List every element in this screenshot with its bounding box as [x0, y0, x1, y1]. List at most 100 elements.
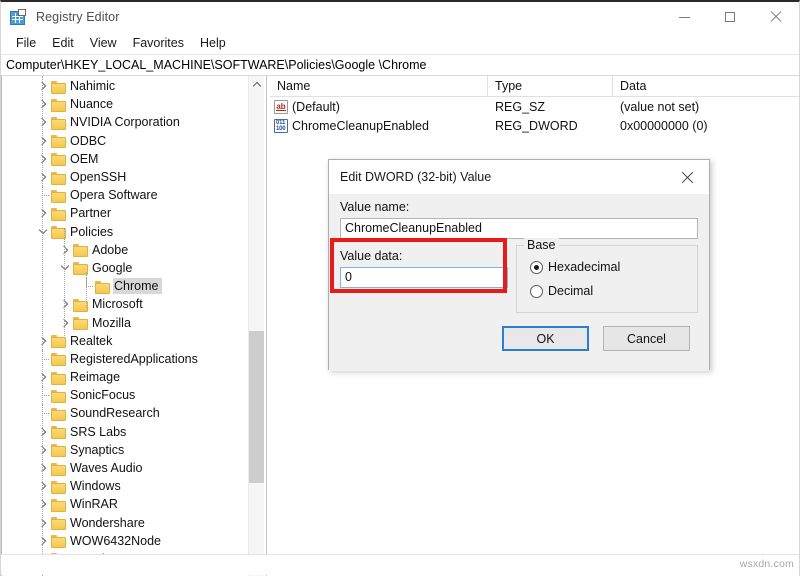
tree-item-google[interactable]: Google: [1, 259, 248, 277]
tree-leaf-marker: [35, 186, 51, 204]
tree-item-waves-audio[interactable]: Waves Audio: [1, 459, 248, 477]
tree-item-reimage[interactable]: Reimage: [1, 368, 248, 386]
value-data-input[interactable]: 0: [340, 267, 508, 288]
tree-item-nuance[interactable]: Nuance: [1, 95, 248, 113]
tree-item-chrome[interactable]: Chrome: [1, 277, 248, 295]
tree-item-adobe[interactable]: Adobe: [1, 241, 248, 259]
tree-item-odbc[interactable]: ODBC: [1, 132, 248, 150]
chevron-right-icon[interactable]: [35, 514, 51, 532]
tree-item-soundresearch[interactable]: SoundResearch: [1, 404, 248, 422]
dialog-close-button[interactable]: [665, 160, 709, 194]
tree-item-opera-software[interactable]: Opera Software: [1, 186, 248, 204]
menu-item-favorites[interactable]: Favorites: [125, 34, 192, 52]
tree-item-label: SRS Labs: [70, 424, 127, 439]
column-header-type[interactable]: Type: [488, 76, 613, 97]
tree-item-windows[interactable]: Windows: [1, 477, 248, 495]
value-name-input[interactable]: ChromeCleanupEnabled: [340, 218, 698, 239]
chevron-right-icon[interactable]: [35, 168, 51, 186]
maximize-button[interactable]: [707, 2, 753, 32]
tree-item-nahimic[interactable]: Nahimic: [1, 77, 248, 95]
chevron-down-icon[interactable]: [57, 259, 73, 277]
chevron-right-icon[interactable]: [57, 295, 73, 313]
chevron-right-icon[interactable]: [35, 368, 51, 386]
tree-item-microsoft[interactable]: Microsoft: [1, 295, 248, 313]
folder-icon: [51, 226, 66, 240]
scroll-up-icon: [252, 81, 262, 91]
registry-editor-window: Registry Editor File Edit View Favorites…: [0, 0, 800, 576]
close-button[interactable]: [753, 2, 799, 32]
tree-item-synaptics[interactable]: Synaptics: [1, 441, 248, 459]
window-title: Registry Editor: [36, 10, 120, 24]
tree-item-winrar[interactable]: WinRAR: [1, 495, 248, 513]
folder-icon: [51, 371, 66, 385]
radio-decimal[interactable]: Decimal: [530, 284, 593, 298]
tree-item-label: SoundResearch: [70, 406, 160, 421]
ok-button[interactable]: OK: [502, 326, 589, 351]
title-bar: Registry Editor: [1, 2, 799, 32]
table-row[interactable]: ab (Default) REG_SZ (value not set): [270, 97, 799, 116]
menu-item-file[interactable]: File: [8, 34, 44, 52]
chevron-right-icon[interactable]: [35, 150, 51, 168]
menu-item-help[interactable]: Help: [192, 34, 234, 52]
tree-item-label: Synaptics: [70, 442, 125, 457]
tree-item-policies[interactable]: Policies: [1, 223, 248, 241]
chevron-right-icon[interactable]: [35, 132, 51, 150]
tree-item-label: Opera Software: [70, 188, 158, 203]
watermark: wsxdn.com: [739, 558, 794, 570]
chevron-right-icon[interactable]: [35, 441, 51, 459]
tree-item-partner[interactable]: Partner: [1, 204, 248, 222]
tree-item-label: Adobe: [92, 242, 129, 257]
chevron-right-icon[interactable]: [35, 332, 51, 350]
menu-item-view[interactable]: View: [82, 34, 125, 52]
address-bar[interactable]: Computer\HKEY_LOCAL_MACHINE\SOFTWARE\Pol…: [1, 54, 799, 76]
chevron-right-icon[interactable]: [35, 204, 51, 222]
folder-icon: [51, 135, 66, 149]
pane-splitter[interactable]: [264, 76, 269, 576]
chevron-right-icon[interactable]: [35, 459, 51, 477]
tree-item-nvidia-corporation[interactable]: NVIDIA Corporation: [1, 113, 248, 131]
minimize-button[interactable]: [661, 2, 707, 32]
chevron-right-icon[interactable]: [35, 113, 51, 131]
chevron-right-icon[interactable]: [57, 314, 73, 332]
tree-item-oem[interactable]: OEM: [1, 150, 248, 168]
chevron-right-icon[interactable]: [57, 241, 73, 259]
tree-scrollbar[interactable]: [248, 76, 264, 576]
cancel-button[interactable]: Cancel: [603, 326, 690, 351]
dialog-title-bar: Edit DWORD (32-bit) Value: [329, 160, 709, 194]
column-header-data[interactable]: Data: [613, 76, 799, 97]
tree-item-wondershare[interactable]: Wondershare: [1, 514, 248, 532]
tree-item-registeredapplications[interactable]: RegisteredApplications: [1, 349, 248, 368]
chevron-right-icon[interactable]: [35, 95, 51, 113]
value-type-cell: REG_DWORD: [495, 118, 578, 133]
tree-guide-line: [42, 76, 43, 576]
maximize-icon: [725, 12, 735, 22]
folder-icon: [73, 317, 88, 331]
tree-guide-line: [64, 228, 65, 338]
scroll-up-button[interactable]: [249, 76, 264, 93]
chevron-right-icon[interactable]: [35, 423, 51, 441]
tree-item-sonicfocus[interactable]: SonicFocus: [1, 386, 248, 404]
scrollbar-thumb[interactable]: [249, 331, 264, 483]
chevron-down-icon[interactable]: [35, 223, 51, 241]
chevron-right-icon[interactable]: [35, 77, 51, 95]
tree-item-wow6432node[interactable]: WOW6432Node: [1, 532, 248, 550]
tree-item-label: Chrome: [113, 278, 163, 295]
tree-item-openssh[interactable]: OpenSSH: [1, 168, 248, 186]
radio-decimal-icon: [530, 284, 543, 298]
tree-item-mozilla[interactable]: Mozilla: [1, 313, 248, 331]
table-row[interactable]: 011 100 ChromeCleanupEnabled REG_DWORD 0x…: [270, 116, 799, 135]
chevron-right-icon[interactable]: [35, 495, 51, 513]
folder-icon: [51, 480, 66, 494]
tree-item-label: Google: [92, 260, 133, 275]
tree-item-srs-labs[interactable]: SRS Labs: [1, 423, 248, 441]
edit-dword-dialog: Edit DWORD (32-bit) Value Value name: Ch…: [328, 159, 710, 371]
tree-item-realtek[interactable]: Realtek: [1, 332, 248, 350]
radio-hexadecimal[interactable]: Hexadecimal: [530, 260, 620, 274]
value-name-text: ChromeCleanupEnabled: [292, 118, 429, 133]
tree-item-label: WinRAR: [70, 497, 118, 512]
menu-item-edit[interactable]: Edit: [44, 34, 82, 52]
list-column-headers: Name Type Data: [270, 76, 799, 97]
chevron-right-icon[interactable]: [35, 477, 51, 495]
column-header-name[interactable]: Name: [270, 76, 488, 97]
chevron-right-icon[interactable]: [35, 532, 51, 550]
